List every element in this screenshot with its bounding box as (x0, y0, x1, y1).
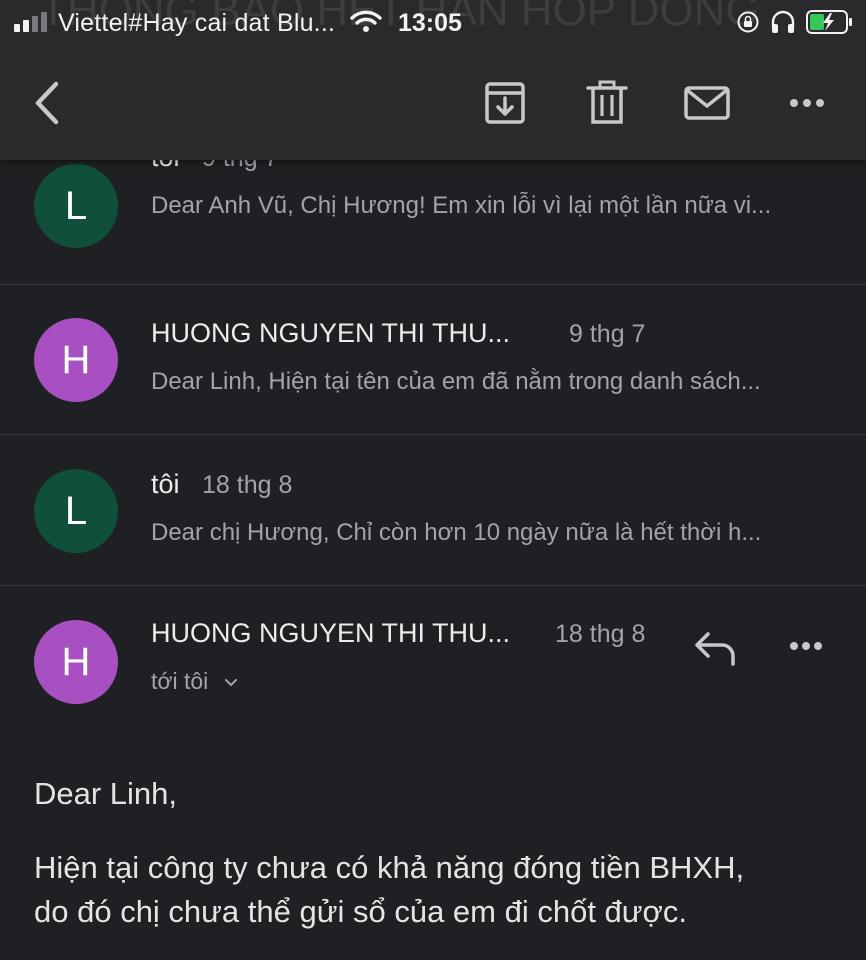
email-toolbar (0, 58, 866, 148)
avatar: H (34, 620, 118, 704)
carrier-name: Viettel#Hay cai dat Blu... (58, 9, 336, 37)
expanded-message: H HUONG NGUYEN THI THU... 18 thg 8 tới t… (0, 588, 866, 960)
archive-icon[interactable] (480, 78, 530, 128)
message-snippet: Dear chị Hương, Chỉ còn hơn 10 ngày nữa … (151, 519, 762, 546)
avatar: H (34, 318, 118, 402)
wifi-icon (350, 10, 382, 32)
chevron-down-icon (224, 679, 237, 686)
sender-name[interactable]: HUONG NGUYEN THI THU... (151, 618, 510, 649)
message-date: 18 thg 8 (555, 620, 646, 648)
recipient-line: tới tôi (151, 668, 209, 694)
more-options-icon[interactable] (786, 634, 826, 658)
email-thread: L tôi 9 thg 7 Dear Anh Vũ, Chị Hương! Em… (0, 142, 866, 960)
battery-icon (806, 10, 852, 34)
thread-message-collapsed[interactable]: L tôi 18 thg 8 Dear chị Hương, Chỉ còn h… (0, 435, 866, 586)
status-bar: Viettel#Hay cai dat Blu... 13:05 (0, 0, 866, 48)
back-icon[interactable] (24, 78, 74, 128)
reply-icon[interactable] (692, 628, 740, 668)
avatar: L (34, 469, 118, 553)
message-snippet: Dear Anh Vũ, Chị Hương! Em xin lỗi vì lạ… (151, 192, 772, 219)
orientation-lock-icon (737, 11, 759, 33)
sender-name: tôi (151, 469, 180, 499)
top-bar: THONG BAO HET HAN HOP DONG Viettel#Hay c… (0, 0, 866, 160)
message-date: 18 thg 8 (202, 471, 293, 499)
message-greeting: Dear Linh, (34, 776, 178, 811)
message-body-line: Hiện tại công ty chưa có khả năng đóng t… (34, 850, 745, 885)
message-body-line: do đó chị chưa thể gửi sổ của em đi chốt… (34, 894, 687, 929)
signal-icon (14, 12, 47, 32)
recipient-details-toggle[interactable]: tới tôi (151, 668, 239, 695)
message-date: 9 thg 7 (569, 320, 646, 348)
message-snippet: Dear Linh, Hiện tại tên của em đã nằm tr… (151, 368, 761, 395)
more-icon[interactable] (782, 78, 832, 128)
headphones-icon (771, 10, 795, 33)
avatar: L (34, 164, 118, 248)
status-time: 13:05 (398, 9, 462, 37)
sender-name: HUONG NGUYEN THI THU... (151, 318, 511, 348)
thread-message-collapsed[interactable]: H HUONG NGUYEN THI THU... 9 thg 7 Dear L… (0, 284, 866, 435)
trash-icon[interactable] (582, 78, 632, 128)
mail-icon[interactable] (682, 78, 732, 128)
